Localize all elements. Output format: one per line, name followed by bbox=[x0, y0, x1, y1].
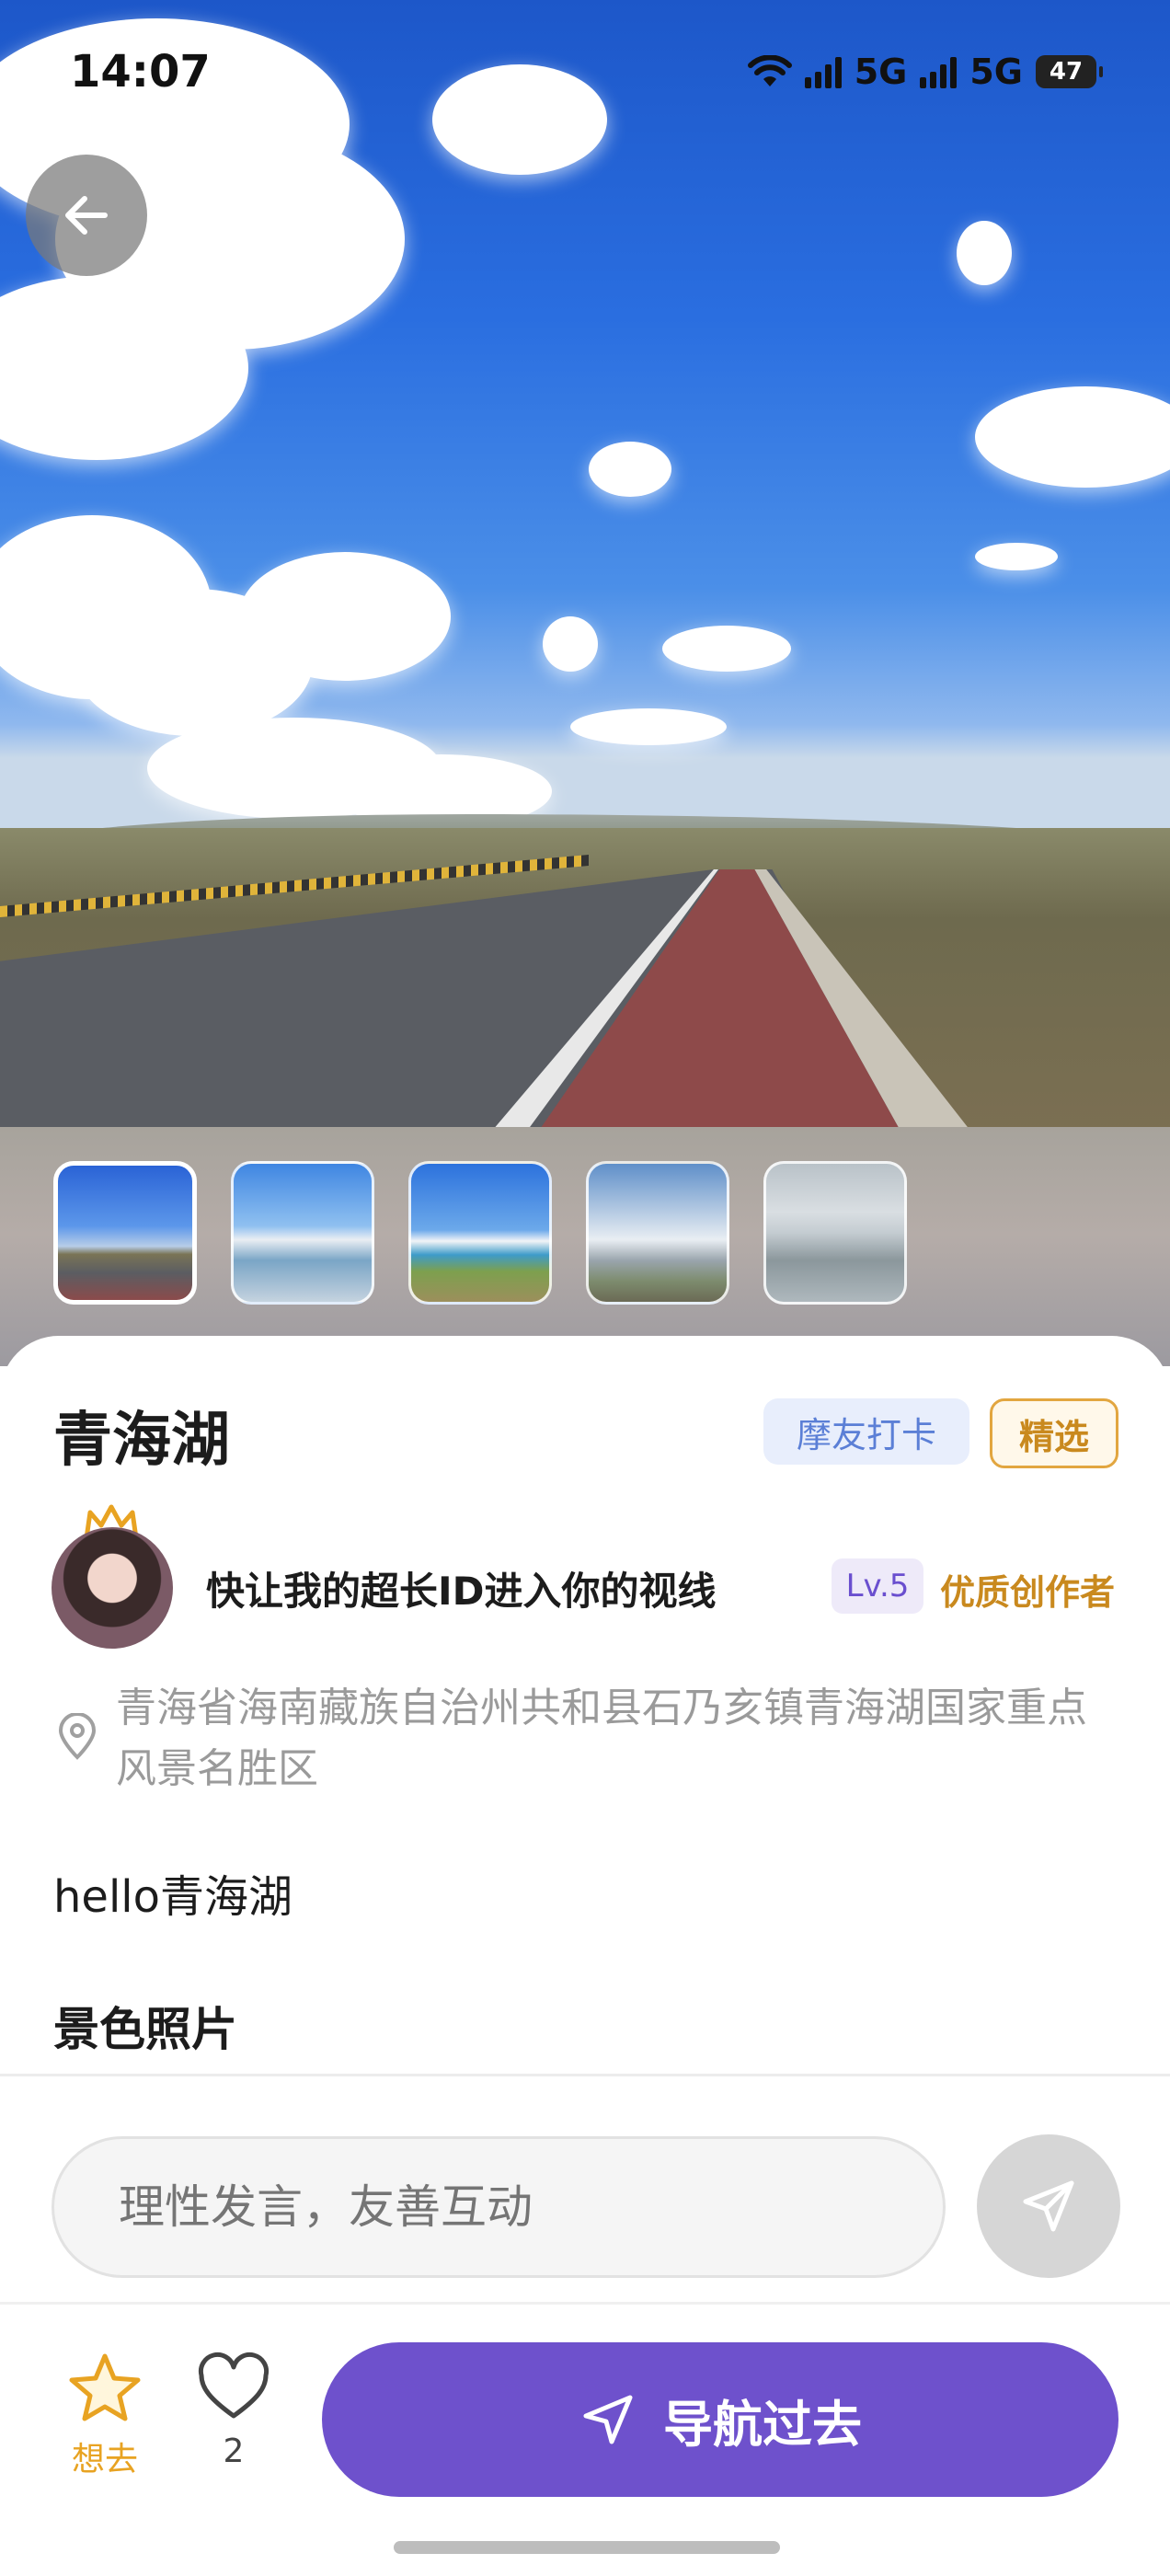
creator-badge: 优质创作者 bbox=[940, 1572, 1116, 1613]
photos-section-title: 景色照片 bbox=[53, 2003, 237, 2056]
thumb-lake-grass[interactable] bbox=[408, 1161, 552, 1305]
status-bar: 14:07 5G 5G 47 bbox=[0, 0, 1170, 147]
tag-featured: 精选 bbox=[990, 1398, 1118, 1468]
navigate-button[interactable]: 导航过去 bbox=[322, 2342, 1118, 2497]
spot-address: 青海省海南藏族自治州共和县石乃亥镇青海湖国家重点风景名胜区 bbox=[116, 1685, 1087, 1792]
thumb-lake-clouds[interactable] bbox=[231, 1161, 374, 1305]
star-icon bbox=[69, 2353, 141, 2421]
divider bbox=[0, 2302, 1170, 2305]
wifi-icon bbox=[747, 55, 792, 86]
status-time: 14:07 bbox=[70, 46, 211, 98]
send-button[interactable] bbox=[977, 2134, 1120, 2278]
author-level-badge: Lv.5 bbox=[832, 1558, 923, 1614]
thumb-birds[interactable] bbox=[763, 1161, 907, 1305]
want-label: 想去 bbox=[71, 2441, 138, 2478]
heart-icon bbox=[198, 2352, 270, 2419]
author-avatar[interactable] bbox=[52, 1503, 175, 1650]
back-arrow-icon bbox=[65, 196, 108, 235]
location-pin-icon bbox=[58, 1713, 97, 1760]
like-count: 2 bbox=[223, 2432, 245, 2470]
comment-input[interactable] bbox=[52, 2136, 946, 2278]
navigate-label: 导航过去 bbox=[663, 2395, 862, 2454]
network-label-1: 5G bbox=[854, 52, 908, 92]
signal-icon bbox=[920, 55, 958, 88]
back-button[interactable] bbox=[26, 155, 147, 276]
hero-photo[interactable] bbox=[0, 0, 1170, 1132]
want-to-go-button[interactable]: 想去 bbox=[61, 2352, 149, 2480]
network-label-2: 5G bbox=[969, 52, 1023, 92]
send-icon bbox=[1023, 2180, 1074, 2232]
signal-icon bbox=[804, 55, 842, 88]
thumbnail-strip bbox=[53, 1161, 907, 1305]
thumb-wetland[interactable] bbox=[586, 1161, 729, 1305]
battery-icon: 47 bbox=[1036, 55, 1103, 88]
status-icons: 5G 5G 47 bbox=[747, 52, 1103, 92]
avatar bbox=[52, 1527, 173, 1649]
tag-checkin[interactable]: 摩友打卡 bbox=[763, 1398, 969, 1465]
author-username[interactable]: 快让我的超长ID进入你的视线 bbox=[206, 1560, 804, 1616]
home-indicator bbox=[394, 2541, 780, 2554]
navigate-arrow-icon bbox=[583, 2395, 633, 2444]
thumb-road-sky[interactable] bbox=[53, 1161, 197, 1305]
spot-description: hello青海湖 bbox=[53, 1871, 292, 1923]
divider bbox=[0, 2074, 1170, 2076]
spot-title: 青海湖 bbox=[53, 1407, 230, 1475]
like-button[interactable]: 2 bbox=[189, 2352, 278, 2470]
